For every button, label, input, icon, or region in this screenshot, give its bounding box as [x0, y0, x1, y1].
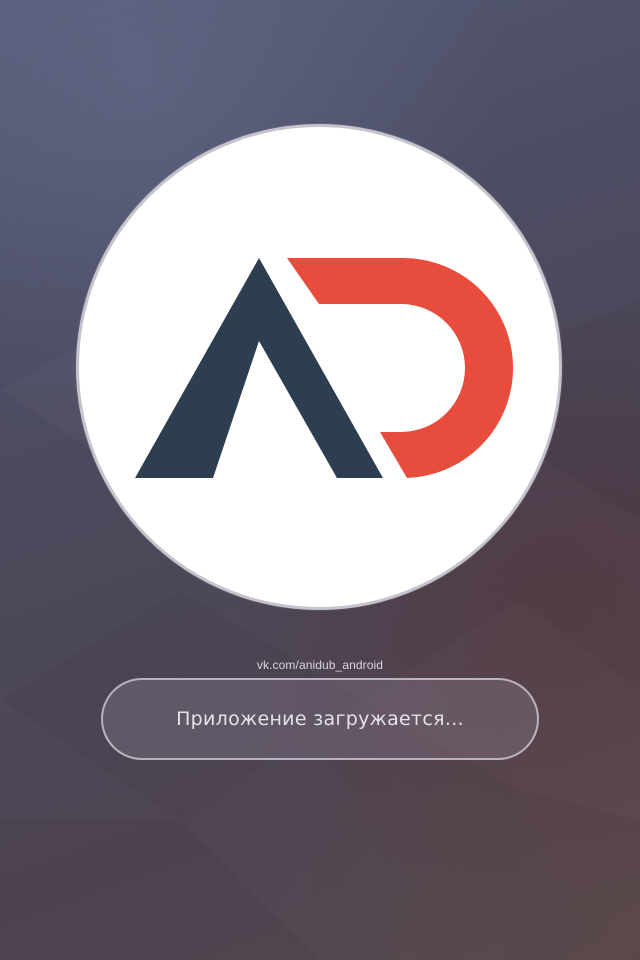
loading-status-text: Приложение загружается... [176, 708, 464, 730]
loading-status-pill: Приложение загружается... [101, 678, 539, 760]
vk-link[interactable]: vk.com/anidub_android [0, 658, 640, 672]
anidub-logo-icon [135, 257, 514, 478]
logo-circle [76, 124, 562, 610]
